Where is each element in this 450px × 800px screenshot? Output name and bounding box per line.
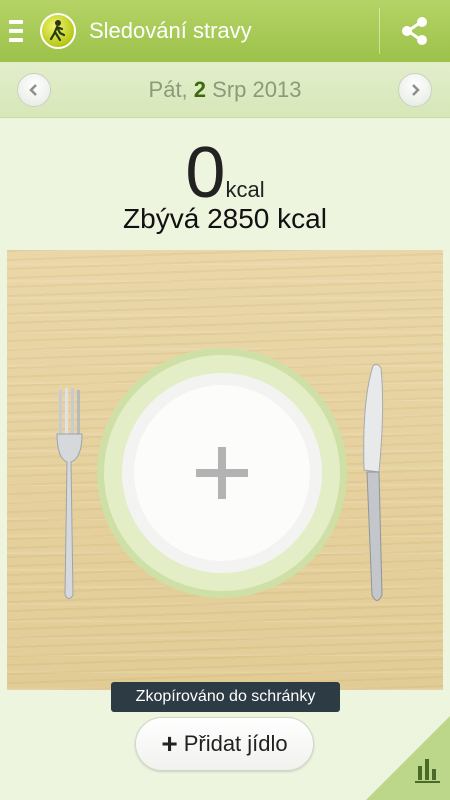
drawer-icon[interactable] (9, 20, 23, 42)
action-divider (379, 8, 380, 54)
date-weekday: Pát, (148, 77, 188, 102)
plus-icon (196, 447, 248, 499)
add-food-button[interactable] (192, 443, 252, 503)
add-meal-label: Přidat jídlo (183, 731, 288, 756)
knife-icon (363, 363, 384, 601)
fork-icon (56, 388, 83, 599)
date-label: Pát, 2 Srp 2013 (0, 77, 450, 103)
next-day-button[interactable] (398, 73, 432, 107)
statistics-button[interactable] (366, 716, 450, 800)
share-icon (402, 17, 427, 45)
toast-message: Zkopírováno do schránky (111, 682, 340, 712)
date-month-year: Srp 2013 (212, 77, 302, 102)
date-bar: Pát, 2 Srp 2013 (0, 62, 450, 118)
date-day: 2 (193, 77, 207, 102)
meal-table (7, 250, 443, 690)
share-button[interactable] (396, 12, 434, 50)
app-title: Sledování stravy (89, 18, 252, 43)
add-meal-button[interactable]: + Přidat jídlo (135, 717, 314, 771)
app-logo[interactable] (40, 13, 76, 49)
remaining-calories: Zbývá 2850 kcal (123, 203, 327, 234)
plus-icon: + (161, 728, 178, 759)
calorie-summary: 0kcal (0, 137, 450, 209)
calorie-unit: kcal (225, 177, 265, 202)
action-bar: Sledování stravy (0, 0, 450, 62)
chevron-right-icon (412, 84, 420, 96)
calorie-value: 0 (185, 133, 226, 213)
